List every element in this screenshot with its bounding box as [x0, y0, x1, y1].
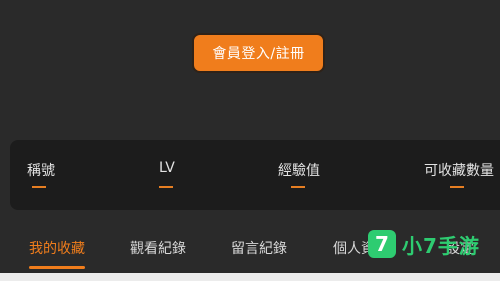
stats-panel: 稱號 LV 經驗值 可收藏數量 — [10, 140, 500, 210]
stat-exp-value — [291, 186, 305, 188]
tab-my-favorites[interactable]: 我的收藏 — [29, 238, 85, 258]
stat-lv-value — [159, 186, 173, 188]
active-tab-indicator — [29, 266, 85, 269]
watermark-text: 小7手游 — [402, 233, 480, 258]
watermark-badge-icon: 7 — [368, 230, 396, 258]
stat-title-value — [32, 186, 46, 188]
login-area: 會員登入/註冊 — [0, 0, 500, 140]
stat-lv-label: LV — [159, 160, 175, 176]
stat-collection-value — [450, 186, 464, 188]
stat-collection-label: 可收藏數量 — [424, 163, 494, 179]
stat-exp-label: 經驗值 — [278, 163, 320, 179]
watermark-logo: 7 小7手游 — [368, 229, 480, 259]
tab-comment-history[interactable]: 留言紀錄 — [231, 238, 287, 258]
bottom-content-edge — [0, 273, 500, 281]
tab-watch-history[interactable]: 觀看紀錄 — [130, 238, 186, 258]
stat-title-label: 稱號 — [27, 163, 55, 179]
member-login-register-button[interactable]: 會員登入/註冊 — [192, 33, 325, 73]
